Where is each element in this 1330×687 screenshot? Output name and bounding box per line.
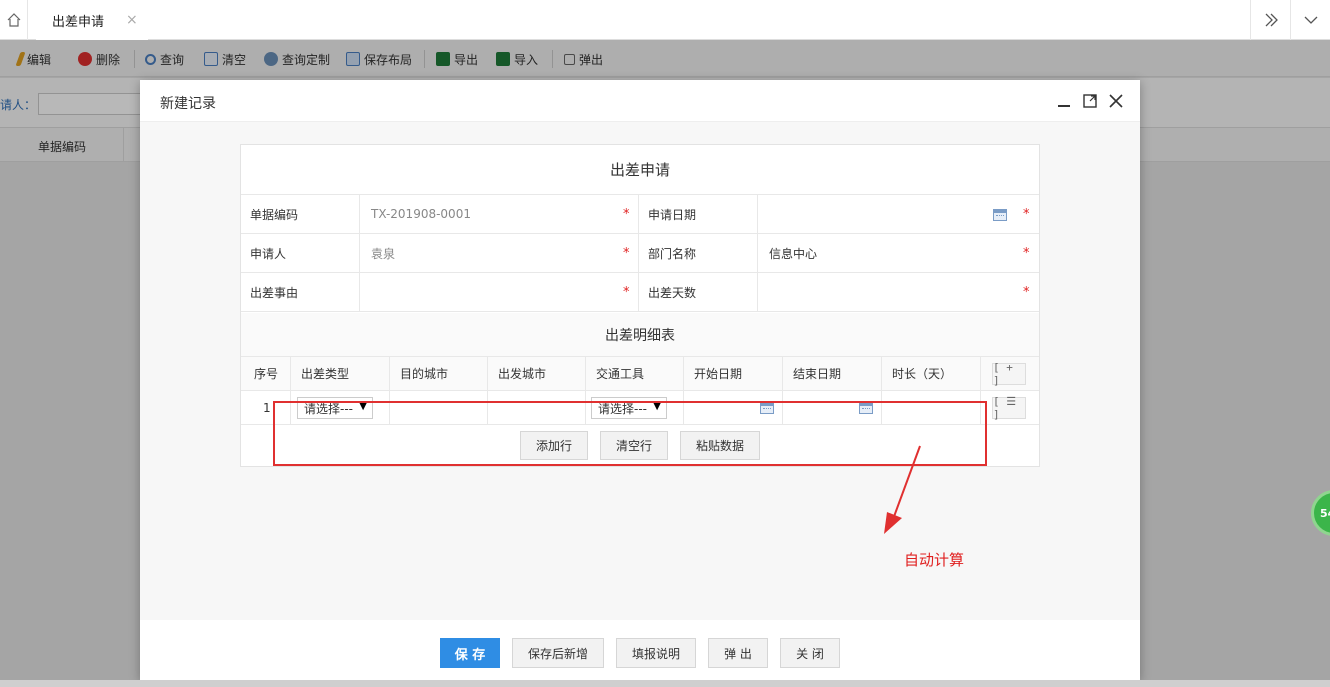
col-end-date: 结束日期 <box>783 357 882 390</box>
home-icon <box>7 13 20 27</box>
dialog-title: 新建记录 <box>160 96 216 112</box>
dept-field[interactable]: 信息中心 <box>758 234 1039 272</box>
annotation-text: 自动计算 <box>904 551 965 569</box>
dialog-body: 出差申请 单据编码 TX-201908-0001 * 申请日期 * 申请人 袁泉… <box>140 122 1140 620</box>
col-departure-city: 出发城市 <box>488 357 586 390</box>
col-start-date: 开始日期 <box>684 357 783 390</box>
tab-bar: 出差申请 × <box>0 0 1330 40</box>
required-mark: * <box>623 285 630 300</box>
apply-date-label: 申请日期 <box>638 195 758 233</box>
calendar-icon[interactable] <box>993 209 1007 221</box>
dialog-footer: 保 存 保存后新增 填报说明 弹 出 关 闭 <box>140 620 1140 680</box>
doc-code-label: 单据编码 <box>241 195 360 233</box>
required-mark: * <box>623 246 630 261</box>
tab-business-trip[interactable]: 出差申请 × <box>36 0 148 40</box>
required-mark: * <box>1023 207 1030 222</box>
days-label: 出差天数 <box>638 273 758 311</box>
form-row: 申请人 袁泉 * 部门名称 信息中心 * <box>241 234 1039 273</box>
dept-label: 部门名称 <box>638 234 758 272</box>
save-button[interactable]: 保 存 <box>440 638 500 668</box>
new-record-dialog: 新建记录 出差申请 单据编码 TX-201908-0001 * 申请日期 * 申… <box>140 80 1140 680</box>
close-button[interactable] <box>1108 93 1124 109</box>
days-field[interactable] <box>758 273 1039 311</box>
required-mark: * <box>1023 285 1030 300</box>
save-and-new-button[interactable]: 保存后新增 <box>512 638 604 668</box>
col-index: 序号 <box>241 357 291 390</box>
col-transport: 交通工具 <box>586 357 684 390</box>
dialog-header: 新建记录 <box>140 80 1140 122</box>
chevron-down-icon <box>1304 16 1317 24</box>
form-row: 单据编码 TX-201908-0001 * 申请日期 * <box>241 195 1039 234</box>
required-mark: * <box>1023 246 1030 261</box>
double-chevron-right-icon <box>1265 13 1278 27</box>
required-mark: * <box>623 207 630 222</box>
popup-button[interactable]: 弹 出 <box>708 638 768 668</box>
detail-table-title: 出差明细表 <box>241 313 1039 357</box>
doc-code-field[interactable]: TX-201908-0001 <box>360 195 638 233</box>
close-icon <box>1109 94 1123 108</box>
col-trip-type: 出差类型 <box>291 357 390 390</box>
detail-table-header: 序号 出差类型 目的城市 出发城市 交通工具 开始日期 结束日期 时长（天） [… <box>241 357 1039 391</box>
applicant-label: 申请人 <box>241 234 360 272</box>
col-destination-city: 目的城市 <box>390 357 488 390</box>
instructions-button[interactable]: 填报说明 <box>616 638 696 668</box>
reason-field[interactable] <box>360 273 638 311</box>
form-title: 出差申请 <box>241 145 1039 195</box>
tab-label: 出差申请 <box>52 14 105 30</box>
applicant-field[interactable]: 袁泉 <box>360 234 638 272</box>
tab-scroll-button[interactable] <box>1250 0 1290 40</box>
row-menu-icon[interactable]: [ ☰ ] <box>992 395 1026 421</box>
home-button[interactable] <box>0 0 28 40</box>
annotation-arrow-icon <box>884 445 921 534</box>
add-row-icon[interactable]: [ + ] <box>992 361 1026 387</box>
maximize-button[interactable] <box>1082 93 1098 109</box>
close-dialog-button[interactable]: 关 闭 <box>780 638 840 668</box>
form-row: 出差事由 * 出差天数 * <box>241 273 1039 312</box>
tab-menu-button[interactable] <box>1290 0 1330 40</box>
col-duration: 时长（天） <box>882 357 981 390</box>
minimize-icon <box>1058 105 1070 107</box>
maximize-icon <box>1083 94 1097 108</box>
bottom-scrollbar[interactable] <box>0 680 1330 687</box>
reason-label: 出差事由 <box>241 273 360 311</box>
minimize-button[interactable] <box>1056 93 1072 109</box>
tab-close-icon[interactable]: × <box>126 12 138 28</box>
